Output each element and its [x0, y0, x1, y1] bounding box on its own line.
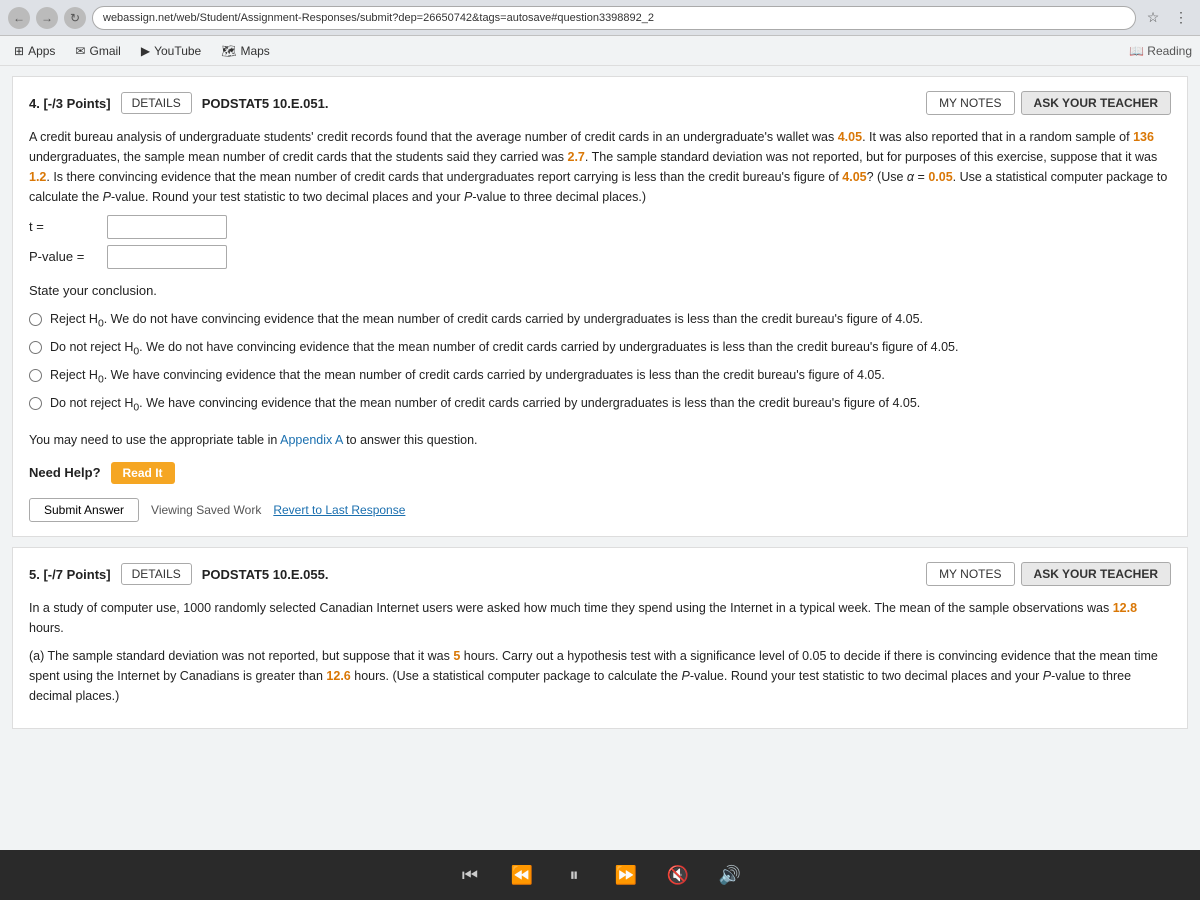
t-label: t = [29, 217, 99, 238]
question-4-block: 4. [-/3 Points] DETAILS PODSTAT5 10.E.05… [12, 76, 1188, 537]
need-help-row: Need Help? Read It [29, 462, 1171, 484]
need-help-label: Need Help? [29, 463, 101, 484]
radio-3[interactable] [29, 369, 42, 382]
q4-points: 4. [-/3 Points] [29, 96, 111, 111]
t-input[interactable] [107, 215, 227, 239]
browser-chrome: ← → ↻ ☆ ⋮ [0, 0, 1200, 36]
bookmark-apps[interactable]: ⊞ Apps [8, 42, 61, 60]
saving-status: Viewing Saved Work [151, 501, 261, 520]
submit-answer-button[interactable]: Submit Answer [29, 498, 139, 522]
pvalue-input-row: P-value = [29, 245, 1171, 269]
apps-icon: ⊞ [14, 44, 24, 58]
taskbar-skip-back[interactable]: ⏮ [452, 857, 488, 893]
radio-2[interactable] [29, 341, 42, 354]
q4-details-button[interactable]: DETAILS [121, 92, 192, 114]
q5-details-button[interactable]: DETAILS [121, 563, 192, 585]
q5-part-a: (a) The sample standard deviation was no… [29, 646, 1171, 706]
bookmark-maps[interactable]: 🗺 Maps [215, 42, 276, 60]
appendix-a-link[interactable]: Appendix A [280, 433, 343, 447]
taskbar-mute[interactable]: 🔇 [660, 857, 696, 893]
taskbar-fast-forward[interactable]: ⏩ [608, 857, 644, 893]
radio-4-label: Do not reject H0. We have convincing evi… [50, 394, 920, 416]
q4-my-notes-button[interactable]: MY NOTES [926, 91, 1014, 115]
q4-header-buttons: MY NOTES ASK YOUR TEACHER [926, 91, 1171, 115]
reload-button[interactable]: ↻ [64, 7, 86, 29]
taskbar-pause[interactable]: ⏸ [556, 857, 592, 893]
revert-link[interactable]: Revert to Last Response [273, 501, 405, 520]
youtube-icon: ▶ [141, 44, 150, 58]
forward-button[interactable]: → [36, 7, 58, 29]
q4-ask-teacher-button[interactable]: ASK YOUR TEACHER [1021, 91, 1171, 115]
q4-body: A credit bureau analysis of undergraduat… [29, 127, 1171, 522]
radio-option-1: Reject H0. We do not have convincing evi… [29, 310, 1171, 332]
radio-1-label: Reject H0. We do not have convincing evi… [50, 310, 923, 332]
gmail-icon: ✉ [75, 44, 85, 58]
menu-button[interactable]: ⋮ [1170, 7, 1192, 29]
submit-section: Submit Answer Viewing Saved Work Revert … [29, 498, 1171, 522]
t-input-row: t = [29, 215, 1171, 239]
bookmark-gmail-label: Gmail [89, 44, 120, 58]
bookmarks-bar: ⊞ Apps ✉ Gmail ▶ YouTube 🗺 Maps 📖 Readin… [0, 36, 1200, 66]
question-5-header: 5. [-/7 Points] DETAILS PODSTAT5 10.E.05… [29, 562, 1171, 586]
q5-intro: In a study of computer use, 1000 randoml… [29, 598, 1171, 638]
q5-podstat-label: PODSTAT5 10.E.055. [202, 567, 329, 582]
radio-option-2: Do not reject H0. We do not have convinc… [29, 338, 1171, 360]
q5-ask-teacher-button[interactable]: ASK YOUR TEACHER [1021, 562, 1171, 586]
question-4-header: 4. [-/3 Points] DETAILS PODSTAT5 10.E.05… [29, 91, 1171, 115]
bookmark-youtube[interactable]: ▶ YouTube [135, 42, 207, 60]
read-it-button[interactable]: Read It [111, 462, 175, 484]
maps-icon: 🗺 [221, 44, 236, 58]
pvalue-input[interactable] [107, 245, 227, 269]
radio-option-4: Do not reject H0. We have convincing evi… [29, 394, 1171, 416]
conclusion-section: State your conclusion. Reject H0. We do … [29, 281, 1171, 416]
pvalue-label: P-value = [29, 247, 99, 268]
q5-my-notes-button[interactable]: MY NOTES [926, 562, 1014, 586]
bookmark-gmail[interactable]: ✉ Gmail [69, 42, 126, 60]
radio-4[interactable] [29, 397, 42, 410]
bookmark-apps-label: Apps [28, 44, 55, 58]
radio-1[interactable] [29, 313, 42, 326]
question-5-block: 5. [-/7 Points] DETAILS PODSTAT5 10.E.05… [12, 547, 1188, 729]
bookmark-maps-label: Maps [240, 44, 269, 58]
back-button[interactable]: ← [8, 7, 30, 29]
q5-body: In a study of computer use, 1000 randoml… [29, 598, 1171, 706]
reading-list[interactable]: 📖 Reading [1129, 44, 1192, 58]
taskbar-volume-up[interactable]: 🔊 [712, 857, 748, 893]
taskbar-rewind[interactable]: ⏪ [504, 857, 540, 893]
appendix-note: You may need to use the appropriate tabl… [29, 430, 1171, 450]
radio-3-label: Reject H0. We have convincing evidence t… [50, 366, 885, 388]
q4-podstat-label: PODSTAT5 10.E.051. [202, 96, 329, 111]
conclusion-title: State your conclusion. [29, 281, 1171, 302]
radio-option-3: Reject H0. We have convincing evidence t… [29, 366, 1171, 388]
q4-body-text: A credit bureau analysis of undergraduat… [29, 127, 1171, 207]
q5-points: 5. [-/7 Points] [29, 567, 111, 582]
radio-2-label: Do not reject H0. We do not have convinc… [50, 338, 958, 360]
address-bar[interactable] [92, 6, 1136, 30]
taskbar: ⏮ ⏪ ⏸ ⏩ 🔇 🔊 [0, 850, 1200, 900]
star-button[interactable]: ☆ [1142, 7, 1164, 29]
q5-header-buttons: MY NOTES ASK YOUR TEACHER [926, 562, 1171, 586]
bookmark-youtube-label: YouTube [154, 44, 201, 58]
